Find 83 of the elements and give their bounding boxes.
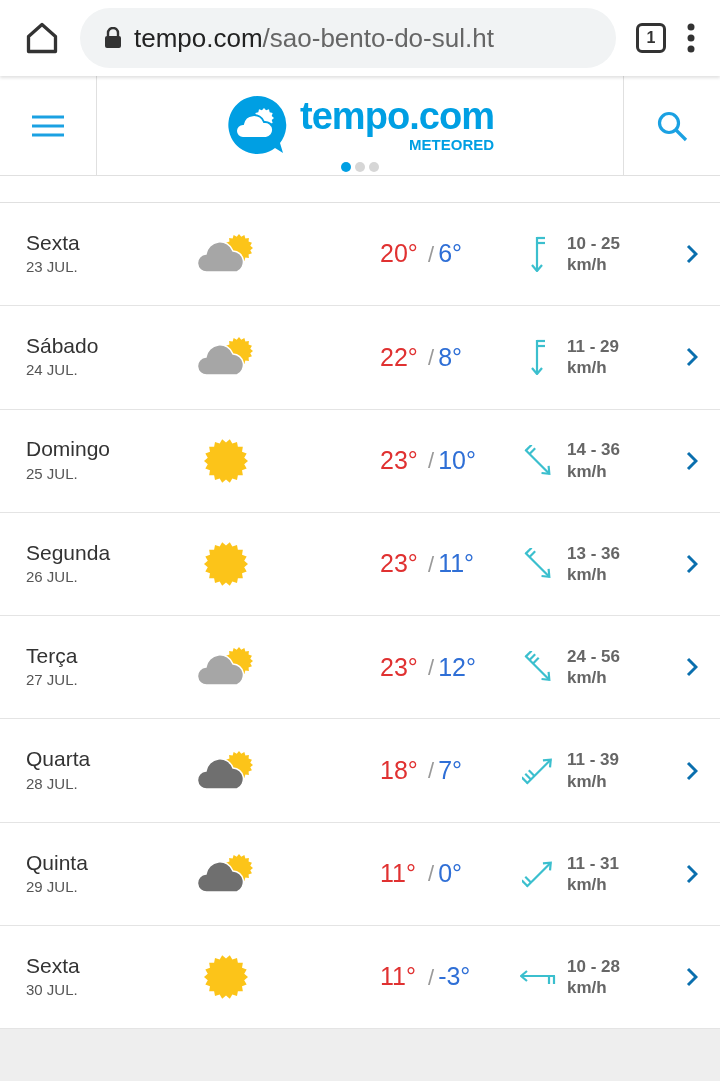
wind-speed: 10 - 28 bbox=[567, 955, 621, 978]
forecast-row[interactable]: Segunda 26 JUL. 23° / 11° 13 - 36 km/h bbox=[0, 512, 720, 617]
url-text: tempo.com/sao-bento-do-sul.ht bbox=[134, 21, 494, 55]
forecast-row[interactable]: Sexta 23 JUL. 20° / 6° 10 - 25 km/h bbox=[0, 203, 720, 307]
day-date: 26 JUL. bbox=[26, 566, 79, 587]
high-temperature: 23° bbox=[380, 651, 419, 683]
day-name: Quinta bbox=[26, 849, 89, 876]
low-temperature: 6° bbox=[438, 238, 463, 270]
logo-text: tempo.com bbox=[299, 97, 495, 135]
address-bar[interactable]: tempo.com/sao-bento-do-sul.ht bbox=[80, 8, 616, 68]
more-icon[interactable] bbox=[686, 22, 696, 54]
lock-icon bbox=[104, 27, 122, 49]
wind-speed: 11 - 31 bbox=[567, 852, 620, 874]
high-temperature: 22° bbox=[380, 341, 419, 373]
temperature-separator: / bbox=[428, 550, 435, 579]
high-temperature: 20° bbox=[380, 238, 419, 270]
temperature-separator: / bbox=[428, 963, 435, 992]
high-temperature: 23° bbox=[380, 548, 419, 580]
forecast-row[interactable]: Sexta 30 JUL. 11° / -3° 10 - 28 km/h bbox=[0, 926, 720, 1030]
wind-unit: km/h bbox=[567, 770, 608, 792]
chevron-right-icon[interactable] bbox=[686, 863, 698, 884]
temperature-separator: / bbox=[428, 447, 435, 476]
chevron-right-icon[interactable] bbox=[686, 760, 698, 781]
high-temperature: 23° bbox=[380, 445, 419, 476]
wind-unit: km/h bbox=[567, 460, 608, 482]
search-icon[interactable] bbox=[656, 109, 688, 142]
forecast-row[interactable]: Quinta 29 JUL. 11° / 0° 11 - 31 km/h bbox=[0, 822, 720, 927]
chevron-right-icon[interactable] bbox=[686, 450, 698, 471]
low-temperature: -3° bbox=[438, 961, 471, 993]
day-name: Sexta bbox=[26, 229, 81, 256]
wind-speed: 11 - 39 bbox=[567, 749, 620, 771]
wind-unit: km/h bbox=[567, 977, 608, 999]
high-temperature: 11° bbox=[380, 858, 417, 890]
day-date: 24 JUL. bbox=[26, 360, 79, 381]
day-date: 23 JUL. bbox=[26, 257, 79, 277]
wind-unit: km/h bbox=[567, 357, 608, 379]
wind-unit: km/h bbox=[567, 254, 608, 276]
day-name: Segunda bbox=[26, 539, 112, 566]
temperature-separator: / bbox=[428, 653, 435, 682]
temperature-separator: / bbox=[428, 860, 435, 889]
day-name: Sexta bbox=[26, 952, 81, 979]
low-temperature: 8° bbox=[438, 341, 463, 373]
day-date: 28 JUL. bbox=[26, 773, 79, 794]
day-date: 30 JUL. bbox=[26, 980, 79, 1001]
forecast-row[interactable]: Sábado 24 JUL. 22° / 8° 11 - 29 km/h bbox=[0, 306, 720, 410]
menu-icon[interactable] bbox=[32, 113, 64, 138]
chevron-right-icon[interactable] bbox=[686, 554, 698, 575]
wind-unit: km/h bbox=[567, 564, 608, 586]
chevron-right-icon[interactable] bbox=[686, 967, 698, 988]
chevron-right-icon[interactable] bbox=[686, 244, 698, 265]
high-temperature: 18° bbox=[380, 754, 419, 786]
day-date: 27 JUL. bbox=[26, 670, 79, 691]
wind-unit: km/h bbox=[567, 667, 608, 689]
day-date: 29 JUL. bbox=[26, 876, 79, 897]
forecast-row[interactable]: Quarta 28 JUL. 18° / 7° 11 - 39 km/h bbox=[0, 719, 720, 823]
forecast-row[interactable]: Terça 27 JUL. 23° / 12° 24 - 56 km/h bbox=[0, 616, 720, 720]
temperature-separator: / bbox=[428, 343, 435, 372]
wind-speed: 13 - 36 bbox=[567, 542, 621, 565]
day-name: Terça bbox=[26, 642, 79, 669]
low-temperature: 11° bbox=[438, 548, 475, 580]
chevron-right-icon[interactable] bbox=[686, 657, 698, 678]
wind-speed: 24 - 56 bbox=[567, 646, 621, 668]
high-temperature: 11° bbox=[380, 961, 417, 993]
logo-subtext: METEORED bbox=[409, 137, 495, 152]
low-temperature: 10° bbox=[438, 445, 476, 476]
chevron-right-icon[interactable] bbox=[686, 347, 698, 368]
forecast-row[interactable]: Domingo 25 JUL. 23° / 10° 14 - 36 km/h bbox=[0, 409, 720, 513]
low-temperature: 12° bbox=[438, 651, 476, 683]
temperature-separator: / bbox=[428, 757, 435, 786]
wind-speed: 10 - 25 bbox=[567, 232, 621, 255]
day-name: Domingo bbox=[26, 436, 112, 463]
day-name: Quarta bbox=[26, 746, 92, 773]
wind-unit: km/h bbox=[567, 873, 608, 896]
tab-count[interactable]: 1 bbox=[636, 23, 666, 53]
low-temperature: 7° bbox=[438, 754, 463, 786]
wind-speed: 14 - 36 bbox=[567, 439, 621, 461]
home-icon[interactable] bbox=[24, 20, 60, 56]
temperature-separator: / bbox=[428, 240, 435, 269]
logo-icon[interactable] bbox=[225, 93, 288, 156]
low-temperature: 0° bbox=[438, 858, 463, 890]
wind-speed: 11 - 29 bbox=[567, 336, 620, 358]
day-date: 25 JUL. bbox=[26, 463, 79, 484]
day-name: Sábado bbox=[26, 333, 100, 360]
